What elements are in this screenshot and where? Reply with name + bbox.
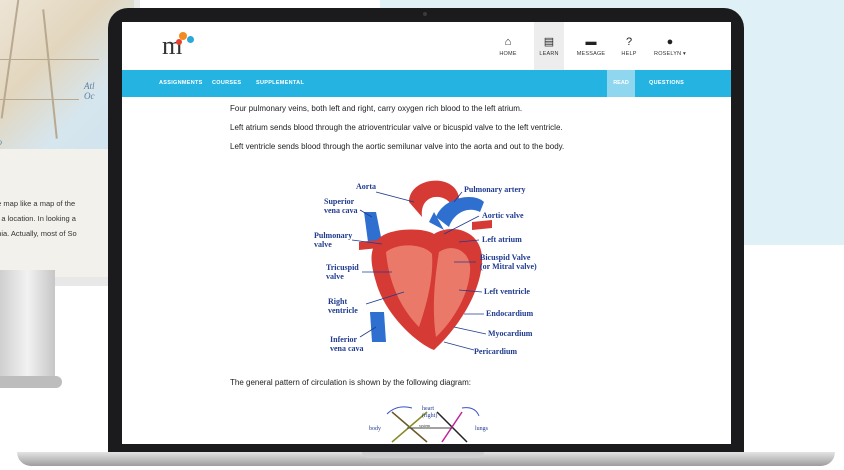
circ-label-body: body [369,426,381,432]
logo-dot [176,39,182,45]
label-pulmonary-valve: Pulmonary [314,231,352,240]
label-inferior-vena-cava: Inferior [330,335,358,344]
superior-vena-cava-shape [364,212,382,242]
tab-questions[interactable]: QUESTIONS [649,70,684,97]
nav-help[interactable]: ? HELP [616,22,642,70]
circ-label-heart: heart [422,406,434,412]
nav-label: LEARN [539,50,559,57]
label-pericardium: Pericardium [474,347,517,356]
label-tricuspid-valve: valve [326,272,344,281]
label-tricuspid-valve: Tricuspid [326,263,359,272]
nav-label: MESSAGE [576,50,606,57]
monitor-text-line: ania. Actually, most of So [0,229,77,238]
monitor-stand [0,270,55,388]
pulmonary-vein-shape [472,220,492,230]
content-paragraph: Left atrium sends blood through the atri… [230,123,563,132]
nav-home[interactable]: ⌂ HOME [494,22,522,70]
nav-label: HOME [499,50,517,57]
laptop-screen: m ⌂ HOME ▤ LEARN ▬ MESSAGE ? HELP ● ROSE… [122,22,731,444]
content-paragraph: Four pulmonary veins, both left and righ… [230,104,523,113]
circulation-diagram: heart (right) body lungs system [369,406,489,443]
section-tab-bar: ASSIGNMENTS COURSES SUPPLEMENTAL READ QU… [122,70,731,97]
map-city-label: ico [0,137,2,147]
label-aortic-valve: Aortic valve [482,211,524,220]
nav-label: HELP [621,50,637,57]
tab-assignments[interactable]: ASSIGNMENTS [159,70,203,97]
monitor-article-text: ge map like a map of the of a location. … [0,196,77,241]
tab-supplemental[interactable]: SUPPLEMENTAL [256,70,304,97]
circ-label-center: system [419,423,431,428]
nav-user-menu[interactable]: ● ROSELYN ▾ [652,22,688,70]
label-pulmonary-valve: valve [314,240,332,249]
laptop-frame: m ⌂ HOME ▤ LEARN ▬ MESSAGE ? HELP ● ROSE… [108,8,744,456]
heart-diagram: Aorta Pulmonary artery Superior vena cav… [314,180,537,356]
nav-learn[interactable]: ▤ LEARN [534,22,564,70]
tab-courses[interactable]: COURSES [212,70,241,97]
map-ocean-label: Atl Oc [84,81,95,101]
inferior-vena-cava-shape [370,312,386,342]
content-paragraph: Left ventricle sends blood through the a… [230,142,565,151]
monitor-text-line: of a location. In looking a [0,214,76,223]
user-icon: ● [666,35,674,48]
map-border-line [0,99,79,100]
label-superior-vena-cava: vena cava [324,206,358,215]
label-left-ventricle: Left ventricle [484,287,530,296]
label-left-atrium: Left atrium [482,235,522,244]
label-bicuspid-valve: Bicuspid Valve [480,253,531,262]
map-border-line [42,9,58,139]
label-right-ventricle: ventricle [328,306,358,315]
label-myocardium: Myocardium [488,329,533,338]
nav-label: ROSELYN ▾ [654,50,686,57]
logo-dot [187,36,194,43]
monitor-text-line: ge map like a map of the [0,199,76,208]
message-icon: ▬ [585,35,597,48]
label-inferior-vena-cava: vena cava [330,344,364,353]
monitor-base [0,376,62,388]
label-pulmonary-artery: Pulmonary artery [464,185,526,194]
laptop-notch [362,452,484,458]
label-right-ventricle: Right [328,297,347,306]
label-aorta: Aorta [356,182,376,191]
site-header: m ⌂ HOME ▤ LEARN ▬ MESSAGE ? HELP ● ROSE… [122,22,731,70]
tab-read[interactable]: READ [607,70,635,97]
label-bicuspid-valve: (or Mitral valve) [480,262,537,271]
learn-icon: ▤ [543,35,555,48]
circulation-intro-text: The general pattern of circulation is sh… [230,378,472,387]
label-superior-vena-cava: Superior [324,197,355,206]
label-endocardium: Endocardium [486,309,533,318]
circ-label-lungs: lungs [475,426,489,432]
camera-icon [423,12,427,16]
circ-label-heart: (right) [422,412,437,419]
home-icon: ⌂ [504,35,512,48]
map-border-line [0,59,99,60]
nav-message[interactable]: ▬ MESSAGE [574,22,608,70]
help-icon: ? [625,35,633,48]
